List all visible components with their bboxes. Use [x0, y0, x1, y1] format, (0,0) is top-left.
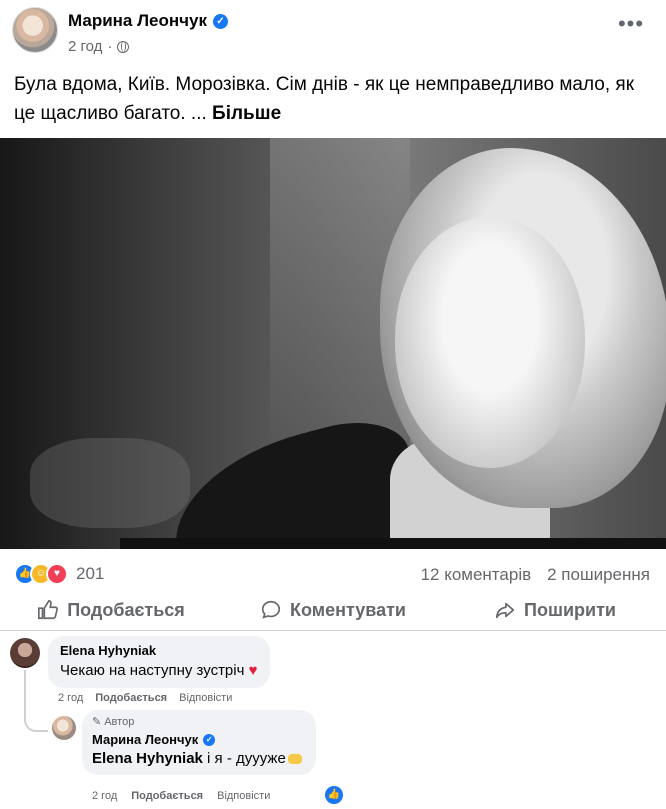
author-name-row: Марина Леончук ✓	[68, 11, 228, 31]
verified-icon: ✓	[212, 13, 228, 29]
share-icon	[495, 602, 515, 619]
love-reaction-icon: ♥	[46, 563, 68, 585]
comment-text-row: Чекаю на наступну зустріч ♥	[60, 662, 258, 679]
heart-icon: ♥	[248, 662, 258, 679]
reply-text-row: Elena Hyhyniak і я - дуууже	[92, 750, 302, 767]
author-name[interactable]: Марина Леончук	[68, 11, 207, 31]
comment-label: Коментувати	[290, 599, 406, 620]
reply-like-reaction-icon[interactable]: 👍	[325, 786, 343, 804]
comment-like-link[interactable]: Подобається	[95, 692, 167, 704]
comment-button[interactable]: Коментувати	[222, 592, 444, 628]
reactions-summary[interactable]: 👍 ☺ ♥ 201	[14, 563, 104, 585]
see-more-link[interactable]: Більше	[212, 103, 281, 124]
reply-reply-link[interactable]: Відповісти	[217, 790, 270, 802]
separator-dot: ·	[107, 38, 113, 55]
reaction-count[interactable]: 201	[76, 564, 104, 584]
reply-time[interactable]: 2 год	[92, 790, 117, 802]
share-label: Поширити	[524, 599, 616, 620]
comment-meta: 2 год Подобається Відповісти	[58, 692, 232, 704]
comment-icon	[261, 600, 281, 619]
post-stats: 12 коментарів 2 поширення	[421, 565, 650, 585]
post-text: Була вдома, Київ. Морозівка. Сім днів - …	[14, 70, 650, 128]
like-icon	[38, 600, 59, 620]
reply-bubble: ✎ Автор Марина Леончук ✓ Elena Hyhyniak …	[82, 710, 316, 775]
author-avatar[interactable]	[12, 7, 58, 53]
author-badge-label: Автор	[104, 715, 135, 728]
verified-icon: ✓	[203, 733, 216, 746]
post-time[interactable]: 2 год	[68, 38, 102, 55]
comments-count[interactable]: 12 коментарів	[421, 565, 532, 585]
more-icon[interactable]: •••	[614, 13, 648, 38]
comment-text: Чекаю на наступну зустріч	[60, 662, 245, 679]
post-meta: 2 год ·	[68, 38, 130, 55]
like-button[interactable]: Подобається	[0, 592, 222, 628]
like-label: Подобається	[67, 599, 185, 620]
mention-link[interactable]: Elena Hyhyniak	[92, 750, 203, 767]
commenter-name[interactable]: Elena Hyhyniak	[60, 643, 258, 658]
reply-name-row: Марина Леончук ✓	[92, 732, 302, 747]
divider	[0, 630, 666, 631]
post-header: Марина Леончук ✓ 2 год · •••	[0, 0, 666, 64]
author-badge: ✎ Автор	[92, 715, 302, 729]
comment-time[interactable]: 2 год	[58, 692, 83, 704]
reply-meta: 2 год Подобається Відповісти	[92, 790, 270, 802]
shares-count[interactable]: 2 поширення	[547, 565, 650, 585]
thread-line	[24, 670, 48, 732]
action-bar: Подобається Коментувати Поширити	[0, 592, 666, 628]
globe-icon	[117, 40, 130, 53]
comment-bubble: Elena Hyhyniak Чекаю на наступну зустріч…	[48, 636, 270, 688]
commenter-avatar[interactable]	[10, 638, 40, 668]
post-photo[interactable]	[0, 138, 666, 549]
reply-text: і я - дуууже	[202, 750, 286, 767]
share-button[interactable]: Поширити	[444, 592, 666, 628]
hands-emoji-icon	[287, 754, 302, 765]
post-body: Була вдома, Київ. Морозівка. Сім днів - …	[14, 74, 635, 124]
reply-author-name[interactable]: Марина Леончук	[92, 732, 198, 747]
reply-like-link[interactable]: Подобається	[131, 790, 203, 802]
pencil-icon: ✎	[92, 716, 102, 728]
reply-author-avatar[interactable]	[52, 716, 76, 740]
comment-reply-link[interactable]: Відповісти	[179, 692, 232, 704]
